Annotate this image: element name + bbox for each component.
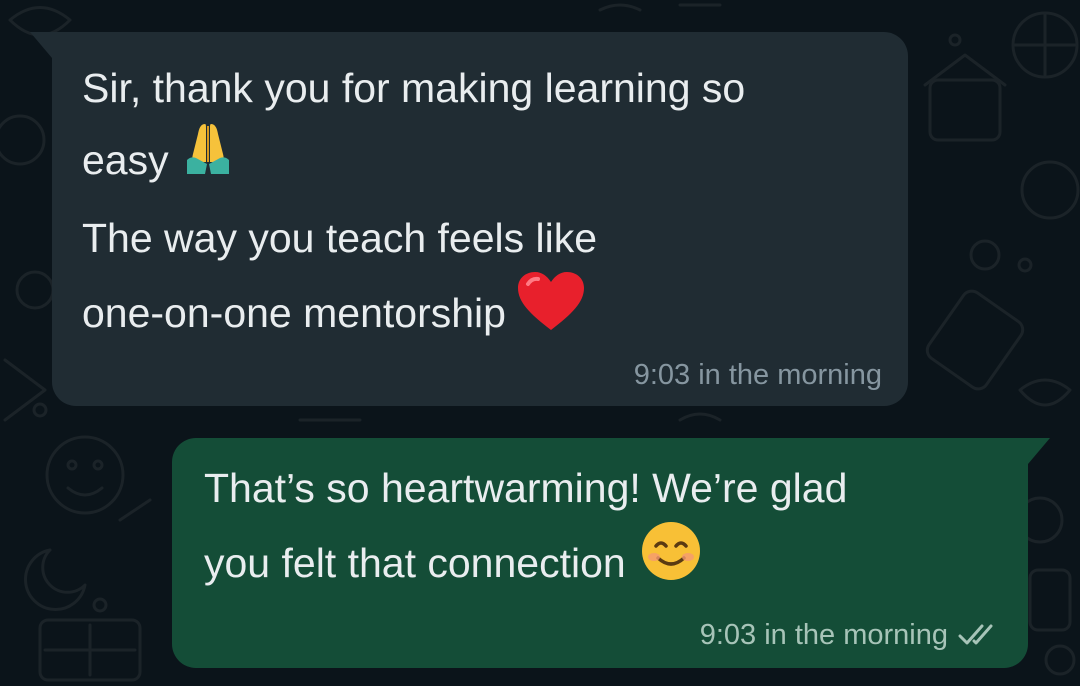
message-text-line: The way you teach feels like [82,215,598,262]
message-meta: 9:03 in the morning [634,358,882,392]
message-text-line-with-emoji: one-on-one mentorship [82,272,868,358]
message-text: one-on-one mentorship [82,290,506,336]
message-timestamp: 9:03 in the morning [699,619,948,651]
smiling-face-icon [640,520,702,604]
message-text-line-with-emoji: easy [82,124,868,202]
message-meta: 9:03 in the morning [700,618,1000,652]
bubble-tail [30,32,52,58]
message-text-line: That’s so heartwarming! We’re glad [204,465,848,511]
message-text-line-with-emoji: you felt that connection [204,522,998,608]
red-heart-icon [516,270,586,354]
outgoing-message-bubble[interactable]: That’s so heartwarming! We’re glad you f… [172,438,1050,668]
bubble-tail [1028,438,1050,464]
message-text: easy [82,137,169,183]
double-check-icon [958,622,1000,648]
message-text-line: Sir, thank you for making learning so [82,65,746,111]
message-text: you felt that connection [204,539,626,586]
incoming-message-bubble[interactable]: Sir, thank you for making learning so ea… [30,32,908,406]
folded-hands-icon [183,120,233,198]
message-timestamp: 9:03 in the morning [633,359,882,391]
